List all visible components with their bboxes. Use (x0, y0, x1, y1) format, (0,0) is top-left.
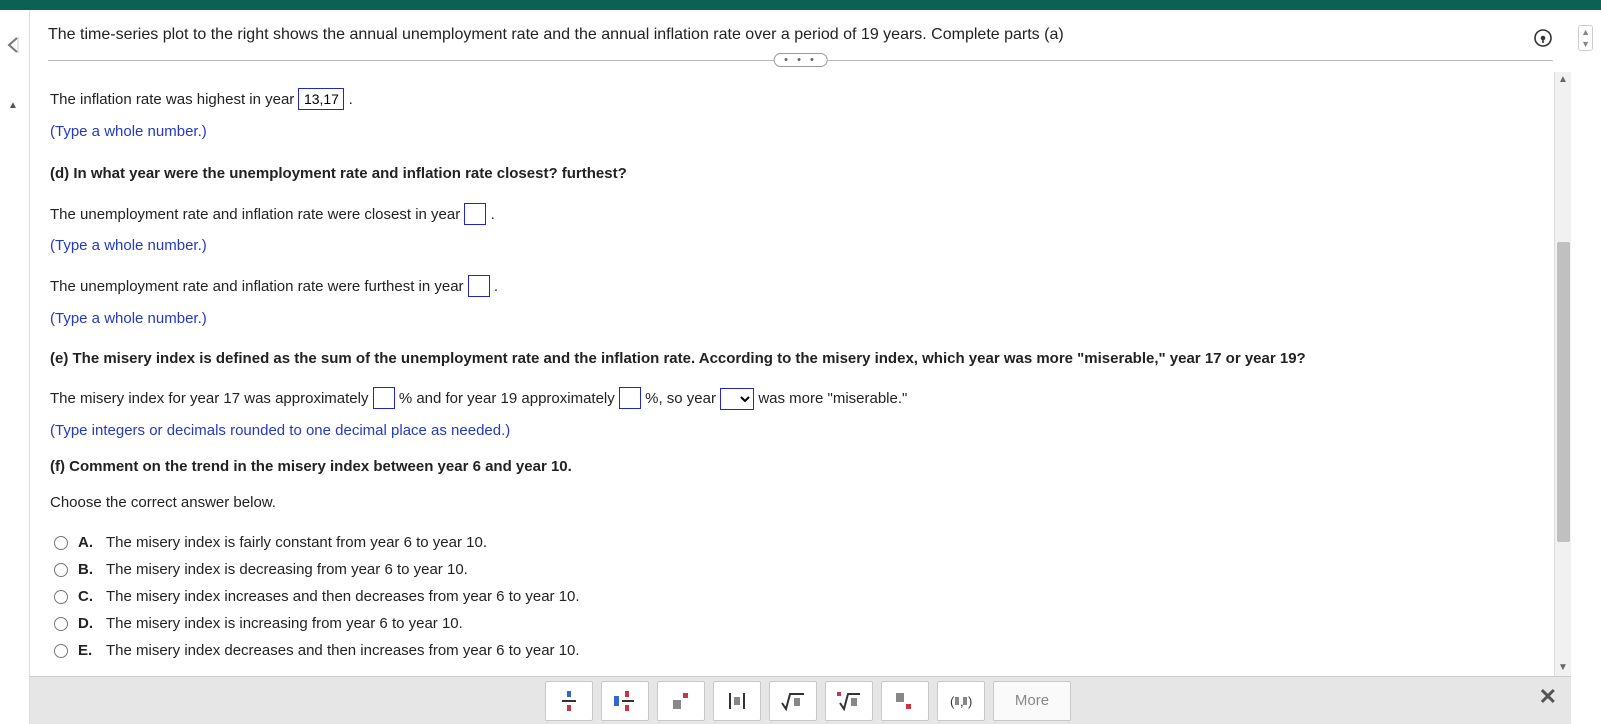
mc-radio-a[interactable] (54, 536, 68, 550)
subscript-button[interactable] (881, 681, 929, 721)
question-prompt: The time-series plot to the right shows … (48, 26, 1553, 44)
mc-options: A. The misery index is fairly constant f… (50, 529, 1534, 664)
question-body: The inflation rate was highest in year .… (30, 72, 1554, 676)
mc-option-e[interactable]: E. The misery index decreases and then i… (50, 637, 1534, 664)
back-icon[interactable] (4, 35, 24, 61)
part-d-prompt: (d) In what year were the unemployment r… (50, 163, 1534, 185)
nth-root-button[interactable] (825, 681, 873, 721)
scrollbar-thumb[interactable] (1557, 242, 1570, 542)
mc-option-b[interactable]: B. The misery index is decreasing from y… (50, 556, 1534, 583)
sqrt-button[interactable] (769, 681, 817, 721)
app-top-bar (0, 0, 1601, 10)
misery-year-select[interactable] (720, 388, 754, 410)
svg-text:): ) (968, 694, 972, 709)
mc-option-a[interactable]: A. The misery index is fairly constant f… (50, 529, 1534, 556)
absolute-value-button[interactable] (713, 681, 761, 721)
mc-option-c[interactable]: C. The misery index increases and then d… (50, 583, 1534, 610)
lock-icon (1533, 28, 1553, 48)
hint-whole-2: (Type a whole number.) (50, 235, 1534, 257)
part-f-prompt: (f) Comment on the trend in the misery i… (50, 456, 1534, 478)
part-e-prompt: (e) The misery index is defined as the s… (50, 348, 1534, 370)
spinner-down-icon[interactable]: ▼ (1581, 39, 1590, 49)
question-header: The time-series plot to the right shows … (30, 10, 1571, 52)
inflation-highest-line: The inflation rate was highest in year . (50, 88, 1534, 111)
close-icon[interactable]: ✕ (1539, 684, 1557, 710)
misery-19-input[interactable] (619, 387, 641, 409)
mc-radio-b[interactable] (54, 563, 68, 577)
mc-radio-c[interactable] (54, 590, 68, 604)
expand-pill[interactable]: • • • (773, 53, 828, 67)
more-button[interactable]: More (993, 681, 1071, 721)
closest-year-input[interactable] (464, 203, 486, 225)
right-gutter: ▲ ▼ (1571, 10, 1601, 724)
content-wrap: The time-series plot to the right shows … (30, 10, 1571, 724)
section-divider: • • • (48, 52, 1553, 68)
spinner-up-icon[interactable]: ▲ (1581, 27, 1590, 37)
stepper-spinner[interactable]: ▲ ▼ (1578, 25, 1593, 51)
closest-line: The unemployment rate and inflation rate… (50, 203, 1534, 226)
fraction-button[interactable] (545, 681, 593, 721)
ordered-pair-button[interactable]: (,) (937, 681, 985, 721)
inner-scrollbar[interactable]: ▲ ▼ (1554, 72, 1571, 676)
mc-radio-e[interactable] (54, 644, 68, 658)
left-gutter: ▲ (0, 10, 30, 724)
inflation-highest-input[interactable] (298, 88, 344, 110)
scrollbar-down-icon[interactable]: ▼ (1555, 660, 1571, 676)
scroll-up-icon[interactable]: ▲ (8, 100, 18, 111)
exponent-button[interactable] (657, 681, 705, 721)
misery-line: The misery index for year 17 was approxi… (50, 387, 1534, 410)
furthest-line: The unemployment rate and inflation rate… (50, 275, 1534, 298)
hint-whole-1: (Type a whole number.) (50, 121, 1534, 143)
scroll-pane: The inflation rate was highest in year .… (30, 72, 1571, 676)
choose-prompt: Choose the correct answer below. (50, 492, 1534, 514)
hint-whole-3: (Type a whole number.) (50, 308, 1534, 330)
mixed-number-button[interactable] (601, 681, 649, 721)
furthest-year-input[interactable] (468, 275, 490, 297)
svg-text:(: ( (950, 694, 955, 709)
mc-radio-d[interactable] (54, 617, 68, 631)
misery-17-input[interactable] (373, 387, 395, 409)
mc-option-d[interactable]: D. The misery index is increasing from y… (50, 610, 1534, 637)
hint-decimal: (Type integers or decimals rounded to on… (50, 420, 1534, 442)
equation-toolbar: (,) More ✕ (30, 676, 1571, 724)
scrollbar-up-icon[interactable]: ▲ (1555, 72, 1571, 88)
